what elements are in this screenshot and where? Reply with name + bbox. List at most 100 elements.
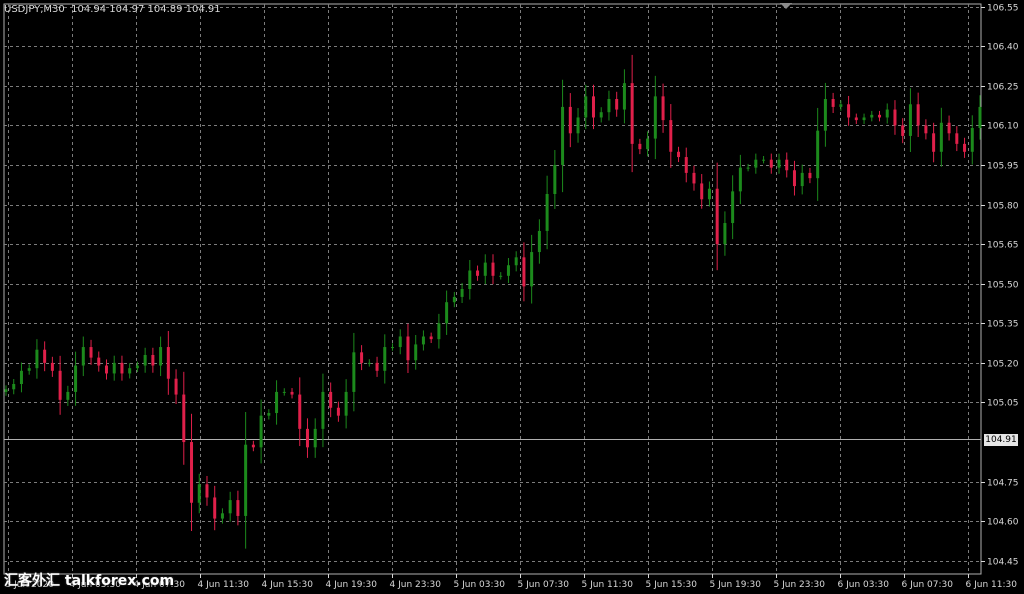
bar-body: [468, 270, 472, 289]
bar-body: [854, 117, 858, 121]
bar-body: [769, 159, 773, 168]
bar-body: [43, 349, 47, 363]
bar-body: [630, 83, 634, 144]
bar-body: [483, 262, 487, 276]
bar-body: [823, 99, 827, 131]
bar-body: [406, 336, 410, 361]
bar-body: [947, 122, 951, 134]
bar-body: [460, 289, 464, 297]
x-tick-label: 6 Jun 11:30: [966, 580, 1018, 590]
y-tick-label: 105.80: [987, 202, 1019, 212]
bar-body: [978, 106, 982, 129]
bar-body: [692, 172, 696, 184]
bar-body: [398, 336, 402, 348]
bar-body: [576, 117, 580, 134]
bar-body: [151, 354, 155, 366]
bar-body: [839, 104, 843, 107]
x-tick-label: 5 Jun 23:30: [774, 580, 826, 590]
bar-body: [205, 484, 209, 498]
bar-body: [421, 336, 425, 345]
bar-body: [104, 365, 108, 374]
bar-body: [267, 413, 271, 416]
bar-body: [367, 362, 371, 364]
bar-body: [213, 497, 217, 519]
bar-body: [932, 133, 936, 152]
bar-body: [344, 391, 348, 416]
bar-body: [939, 122, 943, 152]
bar-body: [190, 442, 194, 503]
bar-body: [89, 347, 93, 358]
bar-body: [545, 194, 549, 231]
bar-body: [166, 347, 170, 379]
x-tick-label: 4 Jun 19:30: [326, 580, 378, 590]
y-tick-label: 105.05: [987, 399, 1019, 409]
bar-body: [607, 99, 611, 113]
bar-body: [499, 275, 503, 277]
x-tick-label: 5 Jun 03:30: [454, 580, 506, 590]
bar-body: [81, 347, 85, 366]
bar-body: [955, 133, 959, 144]
chart-svg[interactable]: 106.55 106.40 106.25 106.10 105.95 105.80 105.…: [0, 0, 1024, 594]
bar-body: [800, 172, 804, 187]
bar-body: [893, 109, 897, 126]
bar-body: [437, 323, 441, 340]
bar-body: [514, 257, 518, 266]
bar-body: [754, 159, 758, 168]
bar-body: [182, 394, 186, 443]
bar-body: [731, 191, 735, 224]
bar-body: [901, 125, 905, 136]
bar-body: [35, 349, 39, 369]
bar-body: [491, 262, 495, 276]
bar-body: [661, 96, 665, 121]
bar-body: [313, 428, 317, 448]
price-chart[interactable]: 106.55 106.40 106.25 106.10 105.95 105.80 105.…: [0, 0, 1024, 594]
bar-body: [236, 500, 240, 516]
bar-body: [275, 391, 279, 414]
bar-body: [553, 164, 557, 194]
bar-body: [862, 117, 866, 121]
x-tick-label: 5 Jun 11:30: [582, 580, 634, 590]
y-tick-label: 106.55: [987, 4, 1019, 14]
bar-body: [321, 391, 325, 429]
bar-body: [282, 391, 286, 393]
bar-body: [391, 347, 395, 349]
ohlc-label: 104.94 104.97 104.89 104.91: [71, 4, 221, 15]
bar-body: [792, 170, 796, 187]
chart-shift-marker-icon[interactable]: [780, 3, 792, 9]
bar-body: [50, 362, 54, 371]
bar-body: [723, 223, 727, 245]
bar-body: [12, 384, 16, 390]
bar-body: [452, 296, 456, 303]
y-tick-label: 106.40: [987, 43, 1019, 53]
bar-body: [97, 357, 101, 366]
current-price-badge: 104.91: [984, 433, 1018, 446]
bar-body: [19, 370, 23, 384]
y-tick-label: 105.65: [987, 241, 1019, 251]
y-tick-label: 105.95: [987, 162, 1019, 172]
bar-body: [878, 114, 882, 118]
y-tick-label: 106.10: [987, 122, 1019, 132]
bar-body: [112, 362, 116, 374]
bar-body: [707, 188, 711, 200]
bar-body: [360, 352, 364, 363]
bar-body: [530, 252, 534, 287]
bar-body: [677, 151, 681, 158]
y-tick-label: 105.50: [987, 281, 1019, 291]
bar-body: [638, 143, 642, 150]
bar-body: [599, 112, 603, 118]
x-tick-label: 5 Jun 07:30: [518, 580, 570, 590]
bar-body: [568, 106, 572, 134]
y-tick-label: 105.20: [987, 360, 1019, 370]
x-tick-label: 6 Jun 07:30: [902, 580, 954, 590]
bar-body: [591, 96, 595, 118]
bar-body: [251, 444, 255, 448]
symbol-label: USDJPY,M30: [4, 4, 65, 15]
bar-body: [847, 104, 851, 118]
bar-body: [220, 513, 224, 519]
y-tick-label: 104.60: [987, 518, 1019, 528]
bar-body: [870, 114, 874, 118]
bar-body: [522, 257, 526, 287]
chart-title: USDJPY,M30 104.94 104.97 104.89 104.91: [4, 4, 221, 16]
bar-body: [476, 270, 480, 276]
bar-body: [159, 347, 163, 366]
